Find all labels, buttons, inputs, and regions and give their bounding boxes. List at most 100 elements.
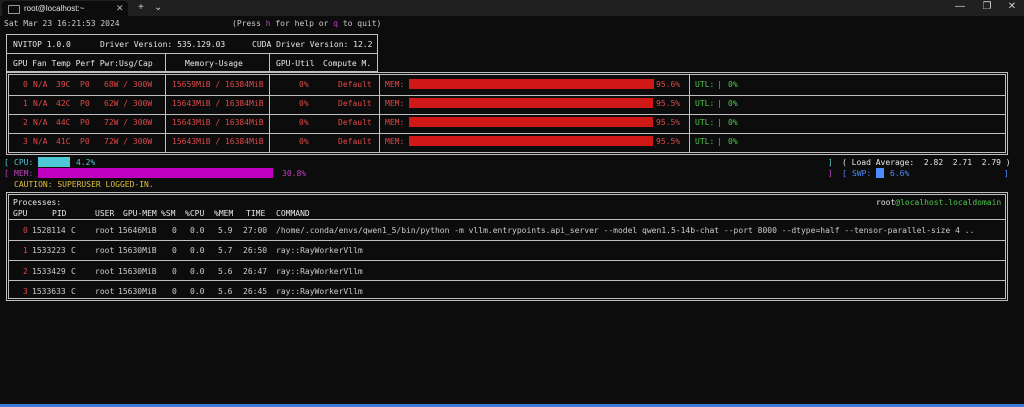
process-sm: 0 [172, 226, 177, 235]
terminal-icon [8, 5, 20, 14]
cpu-bracket-open: [ [4, 158, 9, 167]
gpu-memory: 15643MiB / 16384MiB [172, 137, 264, 146]
gpu-utl-pct: 0% [728, 99, 738, 108]
proc-header-pid: PID [52, 209, 67, 218]
gpu-compute: Default [338, 118, 372, 127]
process-pid: 1533633 [32, 287, 66, 296]
gpu-mem-bar [409, 98, 653, 108]
title-bar: root@localhost:~ ✕ + ⌄ — ❐ ✕ [0, 0, 1024, 16]
gpu-temp: 42C [56, 99, 71, 108]
divider [165, 53, 166, 72]
nvitop-version: NVITOP 1.0.0 [13, 40, 71, 49]
gpu-utl-label: UTL: [695, 118, 715, 127]
gpu-power: 62W / 300W [104, 99, 153, 108]
gpu-fan: N/A [33, 80, 48, 89]
process-user: root [95, 246, 115, 255]
gpu-perf: P0 [80, 137, 90, 146]
proc-header-time: TIME [246, 209, 266, 218]
gpu-util: 0% [299, 118, 309, 127]
process-user: root [95, 267, 115, 276]
caution-message: CAUTION: SUPERUSER LOGGED-IN. [14, 180, 154, 189]
tab-menu-chevron-icon[interactable]: ⌄ [154, 2, 162, 13]
cpu-label: CPU: [14, 158, 34, 167]
process-gpumem: 15630MiB [118, 287, 157, 296]
host-mem-percent: 30.8% [282, 169, 307, 178]
process-mem: 5.9 [218, 226, 233, 235]
gpu-temp: 44C [56, 118, 71, 127]
tab-close-icon[interactable]: ✕ [116, 3, 124, 14]
process-mem: 5.6 [218, 287, 233, 296]
process-cpu: 0.0 [190, 287, 205, 296]
cpu-bar-fill [38, 157, 70, 167]
maximize-button[interactable]: ❐ [977, 1, 997, 12]
gpu-mem-label: MEM: [385, 118, 405, 127]
minimize-button[interactable]: — [950, 1, 970, 12]
datetime: Sat Mar 23 16:21:53 2024 [4, 19, 120, 28]
utl-separator: | [717, 99, 722, 108]
gpu-mem-pct: 95.6% [656, 80, 681, 89]
process-user: root [95, 287, 115, 296]
gpu-mem-pct: 95.5% [656, 99, 681, 108]
tab-title: root@localhost:~ [24, 4, 85, 13]
utl-separator: | [717, 80, 722, 89]
process-time: 27:00 [243, 226, 268, 235]
process-command: ray::RayWorkerVllm [276, 267, 363, 276]
process-type: C [71, 226, 76, 235]
gpu-utl-pct: 0% [728, 137, 738, 146]
gpu-mem-bar [409, 79, 654, 89]
gpu-fan: N/A [33, 137, 48, 146]
cpu-percent: 4.2% [76, 158, 96, 167]
gpu-perf: P0 [80, 99, 90, 108]
cpu-bar [38, 157, 738, 167]
gpu-temp: 39C [56, 80, 71, 89]
close-window-button[interactable]: ✕ [1002, 1, 1022, 12]
proc-header-mem: %MEM [214, 209, 234, 218]
mem-bracket-close: ] [828, 169, 833, 178]
process-gpu: 2 [23, 267, 28, 276]
gpu-id: 3 [23, 137, 28, 146]
gpu-util: 0% [299, 137, 309, 146]
gpu-power: 72W / 300W [104, 118, 153, 127]
gpu-memory: 15643MiB / 16384MiB [172, 118, 264, 127]
process-type: C [71, 267, 76, 276]
process-time: 26:50 [243, 246, 268, 255]
gpu-mem-bar [409, 136, 653, 146]
process-sm: 0 [172, 246, 177, 255]
proc-header-sm: %SM [161, 209, 176, 218]
gpu-id: 0 [23, 80, 28, 89]
process-gpu: 3 [23, 287, 28, 296]
driver-version: Driver Version: 535.129.03 [100, 40, 226, 49]
swp-bracket-close: ] [1004, 169, 1009, 178]
gpu-perf: P0 [80, 118, 90, 127]
process-mem: 5.7 [218, 246, 233, 255]
gpu-memory: 15643MiB / 16384MiB [172, 99, 264, 108]
process-pid: 1528114 [32, 226, 66, 235]
col-header-util: GPU-Util [276, 59, 315, 68]
process-gpu: 1 [23, 246, 28, 255]
swp-label: SWP: [852, 169, 872, 178]
process-gpumem: 15630MiB [118, 246, 157, 255]
terminal-tab[interactable]: root@localhost:~ ✕ [2, 1, 128, 16]
process-type: C [71, 246, 76, 255]
gpu-mem-label: MEM: [385, 99, 405, 108]
utl-separator: | [717, 137, 722, 146]
process-gpu: 0 [23, 226, 28, 235]
proc-header-gpumem: GPU-MEM [123, 209, 157, 218]
gpu-utl-pct: 0% [728, 80, 738, 89]
process-cpu: 0.0 [190, 246, 205, 255]
divider [269, 53, 270, 72]
proc-header-user: USER [95, 209, 115, 218]
new-tab-button[interactable]: + [138, 2, 144, 13]
process-mem: 5.6 [218, 267, 233, 276]
col-header-memory: Memory-Usage [185, 59, 243, 68]
swp-bracket-open: [ [842, 169, 847, 178]
help-hint: (Press h for help or q to quit) [232, 19, 382, 28]
process-pid: 1533223 [32, 246, 66, 255]
load-average: ( Load Average: 2.82 2.71 2.79 ) [842, 158, 1011, 167]
proc-header-command: COMMAND [276, 209, 310, 218]
utl-separator: | [717, 118, 722, 127]
proc-header-cpu: %CPU [185, 209, 205, 218]
process-sm: 0 [172, 287, 177, 296]
user-host: root@localhost.localdomain [876, 198, 1002, 207]
process-gpumem: 15630MiB [118, 267, 157, 276]
